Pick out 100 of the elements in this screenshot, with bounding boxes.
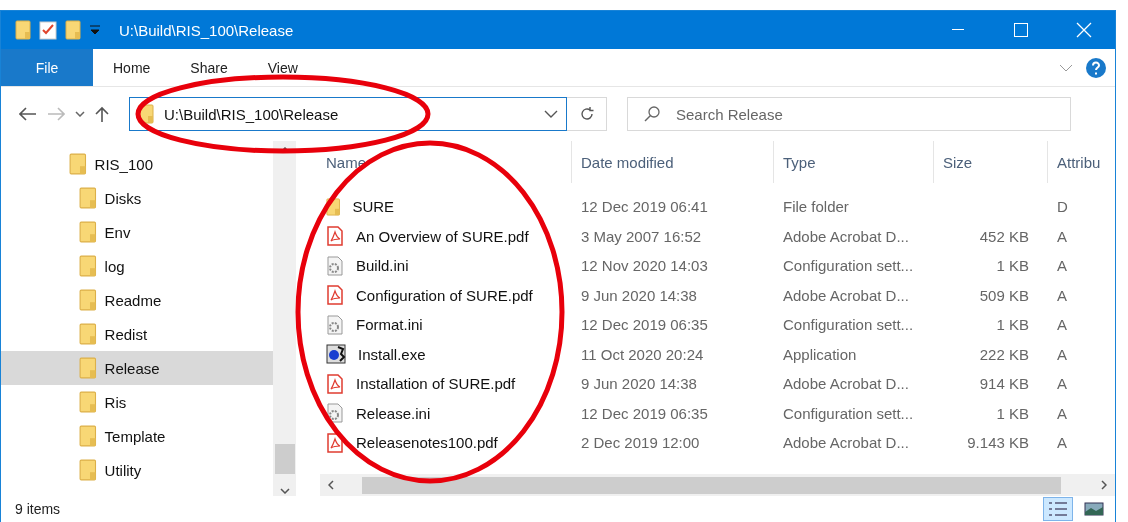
column-header[interactable]: Type <box>773 141 933 183</box>
folder-name: Redist <box>104 325 148 343</box>
back-button[interactable] <box>19 107 37 121</box>
attributes-cell-text: A <box>1056 434 1068 452</box>
folder-icon <box>79 289 97 311</box>
chevron-down-icon[interactable] <box>544 110 558 118</box>
column-header[interactable]: Name <box>326 141 571 183</box>
navigation-item[interactable]: Template <box>1 419 274 453</box>
folder-icon <box>15 20 31 40</box>
folder-name: Readme <box>104 291 162 309</box>
scroll-right-icon[interactable] <box>1101 480 1107 490</box>
date-cell-text: 2 Dec 2019 12:00 <box>580 434 701 452</box>
search-field[interactable]: Search Release <box>674 104 1054 124</box>
details-view-icon <box>1048 501 1068 517</box>
folder-icon <box>79 221 97 243</box>
navigation-item[interactable]: Release <box>1 351 274 385</box>
attributes-cell-text: A <box>1056 257 1068 275</box>
close-icon <box>1075 22 1092 38</box>
type-cell-text: Configuration sett... <box>782 316 915 334</box>
ribbon-tab[interactable]: File <box>1 49 93 86</box>
refresh-button[interactable] <box>567 97 607 131</box>
date-cell-text: 12 Nov 2020 14:03 <box>580 257 709 275</box>
ribbon-tab[interactable]: Home <box>93 49 171 86</box>
folder-icon <box>79 425 97 447</box>
file-name[interactable]: Release.ini <box>356 404 431 422</box>
file-name[interactable]: Build.ini <box>356 257 409 275</box>
expand-ribbon-icon[interactable] <box>1059 63 1073 72</box>
folder-name: Env <box>104 223 131 241</box>
search-box[interactable]: Search Release <box>627 97 1071 131</box>
file-name[interactable]: An Overview of SURE.pdf <box>356 227 529 245</box>
attributes-cell-text: A <box>1056 316 1068 334</box>
settings-file-icon <box>326 255 344 276</box>
minimize-icon <box>951 29 964 31</box>
file-name[interactable]: Install.exe <box>358 345 426 363</box>
type-cell-text: Configuration sett... <box>782 257 915 275</box>
size-cell-text: 452 KB <box>978 227 1030 245</box>
navigation-item[interactable]: Readme <box>1 283 274 317</box>
file-name[interactable]: Configuration of SURE.pdf <box>356 286 533 304</box>
vertical-scrollbar[interactable] <box>273 141 296 496</box>
attributes-cell-text: A <box>1056 375 1068 393</box>
type-cell-text: Adobe Acrobat D... <box>782 434 910 452</box>
type-cell-text: Configuration sett... <box>782 404 915 422</box>
date-cell-text: 12 Dec 2019 06:35 <box>580 316 709 334</box>
refresh-icon <box>578 106 595 122</box>
attributes-cell-text: A <box>1056 286 1068 304</box>
scroll-left-icon[interactable] <box>328 480 334 490</box>
folder-name: Disks <box>104 189 142 207</box>
up-button[interactable] <box>95 106 109 122</box>
navigation-item[interactable]: Ris <box>1 385 274 419</box>
horizontal-scrollbar[interactable] <box>320 474 1115 496</box>
folder-icon <box>79 323 97 345</box>
folder-icon <box>79 255 97 277</box>
date-cell-text: 11 Oct 2020 20:24 <box>580 345 705 363</box>
scroll-down-icon[interactable] <box>279 488 290 494</box>
help-icon[interactable] <box>1085 56 1107 79</box>
attributes-cell-text: A <box>1056 345 1068 363</box>
date-cell-text: 9 Jun 2020 14:38 <box>580 286 698 304</box>
file-name[interactable]: Format.ini <box>356 316 423 334</box>
address-bar[interactable]: U:\Build\RIS_100\Release <box>129 97 567 131</box>
properties-icon[interactable] <box>39 20 57 40</box>
navigation-item[interactable]: log <box>1 249 274 283</box>
date-cell-text: 12 Dec 2019 06:35 <box>580 404 709 422</box>
status-text: 9 items <box>15 501 61 517</box>
size-cell-text: 509 KB <box>978 286 1030 304</box>
date-cell-text: 9 Jun 2020 14:38 <box>580 375 698 393</box>
thumbnail-view-icon <box>1084 501 1104 517</box>
details-view-button[interactable] <box>1043 497 1073 521</box>
folder-icon <box>69 153 87 175</box>
pdf-file-icon <box>326 285 344 306</box>
installer-icon <box>326 344 346 365</box>
column-header[interactable]: Date modified <box>571 141 773 183</box>
folder-icon <box>79 391 97 413</box>
dropdown-icon[interactable] <box>89 24 101 36</box>
size-cell-text: 914 KB <box>978 375 1030 393</box>
folder-icon <box>79 459 97 481</box>
file-name[interactable]: Releasenotes100.pdf <box>356 434 498 452</box>
ribbon-tab[interactable]: Share <box>170 49 248 86</box>
navigation-item[interactable]: Disks <box>1 181 274 215</box>
search-icon <box>644 106 660 122</box>
folder-icon <box>79 187 97 209</box>
type-cell-text: Adobe Acrobat D... <box>782 227 910 245</box>
file-name[interactable]: SURE <box>352 198 395 216</box>
ribbon-tab[interactable]: View <box>247 49 318 86</box>
column-header[interactable]: Size <box>933 141 1047 183</box>
column-header[interactable]: Attribu <box>1047 141 1115 183</box>
navigation-item[interactable]: Redist <box>1 317 274 351</box>
scrollbar-thumb[interactable] <box>362 476 1061 494</box>
size-cell-text: 1 KB <box>995 404 1030 422</box>
navigation-item[interactable]: Utility <box>1 453 274 487</box>
recent-locations-button[interactable] <box>75 111 85 117</box>
navigation-item[interactable]: Env <box>1 215 274 249</box>
settings-file-icon <box>326 314 344 335</box>
date-cell-text: 3 May 2007 16:52 <box>580 227 703 245</box>
scrollbar-thumb[interactable] <box>274 444 295 474</box>
file-name[interactable]: Installation of SURE.pdf <box>356 375 516 393</box>
folder-name: Template <box>104 427 166 445</box>
address-path: U:\Build\RIS_100\Release <box>164 105 339 123</box>
navigation-item[interactable]: RIS_100 <box>1 147 274 181</box>
size-cell-text: 1 KB <box>995 257 1030 275</box>
type-cell-text: Application <box>782 345 858 363</box>
